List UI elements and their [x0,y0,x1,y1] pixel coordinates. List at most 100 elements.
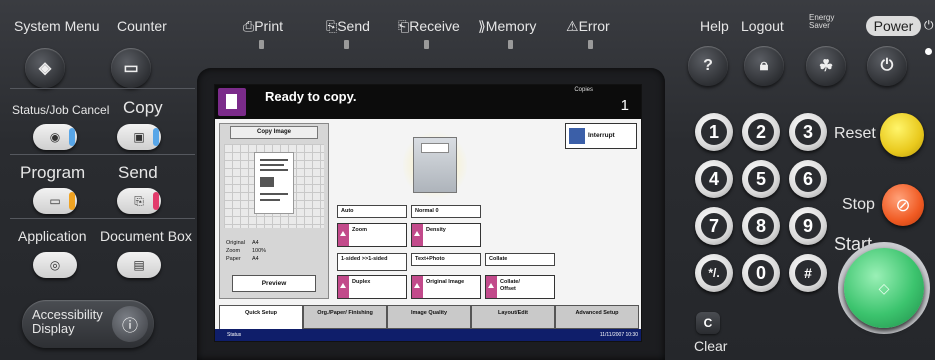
copies-count: 1 [620,97,629,114]
print-led [259,40,264,49]
chevron-up-icon [486,276,497,298]
zoom-button[interactable]: Zoom [337,223,407,247]
print-indicator: ⎙Print [243,18,283,34]
chevron-up-icon [412,224,423,246]
preview-area [224,144,324,228]
document-box-icon: ▤ [133,258,145,272]
application-icon: ◎ [49,258,61,272]
copy-glow [153,128,159,146]
program-glow [69,192,75,210]
key-0[interactable]: 0 [742,254,780,292]
key-8[interactable]: 8 [742,207,780,245]
tab-layout-edit[interactable]: Layout/Edit [471,305,555,329]
send-mode-icon: ⎘ [134,193,144,208]
key-6[interactable]: 6 [789,160,827,198]
error-indicator: ⚠Error [566,18,610,34]
divider [10,154,195,155]
document-thumbnail [254,152,294,214]
send-icon: ⎘ [326,18,338,34]
energy-saver-button[interactable]: ☘ [806,46,846,86]
lock-icon: 🔒︎ [759,57,769,74]
key-3[interactable]: 3 [789,113,827,151]
key-7[interactable]: 7 [695,207,733,245]
error-led [588,40,593,49]
power-icon: ⏻ [880,57,894,74]
system-menu-button[interactable]: ◈ [25,48,65,88]
key-2[interactable]: 2 [742,113,780,151]
send-button[interactable]: ⎘ [117,188,161,214]
tab-quick-setup[interactable]: Quick Setup [219,305,303,329]
paper-row: Paper A4 [226,256,259,262]
chevron-up-icon [338,224,349,246]
logout-label: Logout [741,18,784,34]
application-button[interactable]: ◎ [33,252,77,278]
copy-icon: ▣ [133,130,145,144]
logout-button[interactable]: 🔒︎ [744,46,784,86]
date-time: 11/11/2007 10:30 [599,332,638,338]
divider [10,218,195,219]
key-asterisk-dot[interactable]: */. [695,254,733,292]
reset-label: Reset [834,125,876,142]
machine-paper [421,143,449,153]
reset-button[interactable] [880,113,924,157]
original-image-button[interactable]: Original Image [411,275,481,299]
power-button[interactable]: ⏻ [867,46,907,86]
duplex-value-label: 1-sided >>1-sided [337,253,407,271]
key-9[interactable]: 9 [789,207,827,245]
copy-label: Copy [123,98,163,117]
status-glow [69,128,75,146]
program-icon: ▭ [49,194,61,208]
printer-icon: ⎙ [243,18,255,34]
tab-image-quality[interactable]: Image Quality [387,305,471,329]
memory-icon: ⟫ [478,18,486,34]
tab-org-paper-finishing[interactable]: Org./Paper/ Finishing [303,305,387,329]
memory-indicator: ⟫Memory [478,18,537,34]
diamond-icon: ◈ [38,60,52,77]
application-label: Application [18,228,87,244]
receive-indicator: ⎗Receive [398,18,460,34]
document-box-button[interactable]: ▤ [117,252,161,278]
duplex-button[interactable]: Duplex [337,275,407,299]
counter-button[interactable]: ▭ [111,48,151,88]
system-menu-label: System Menu [14,18,100,34]
start-button[interactable]: ◇ [844,248,924,328]
zoom-value-label: Auto [337,205,407,218]
original-row: Original A4 [226,240,259,246]
status-icon: ◉ [49,130,61,144]
stop-button[interactable]: ⊘ [882,184,924,226]
send-glow [153,192,159,210]
key-4[interactable]: 4 [695,160,733,198]
density-button[interactable]: Density [411,223,481,247]
density-value-label: Normal 0 [411,205,481,218]
interrupt-button[interactable]: Interrupt [565,123,637,149]
receive-led [424,40,429,49]
key-5[interactable]: 5 [742,160,780,198]
stop-label: Stop [842,196,875,213]
counter-icon: ▭ [123,60,139,77]
receive-icon: ⎗ [398,18,410,34]
chevron-up-icon [338,276,349,298]
copy-button[interactable]: ▣ [117,124,161,150]
collate-offset-button[interactable]: Collate/ Offset [485,275,555,299]
key-hash[interactable]: # [789,254,827,292]
status-bar: Status 11/11/2007 10:30 [215,329,641,341]
help-button[interactable]: ? [688,46,728,86]
copy-image-title: Copy Image [230,126,318,139]
copier-illustration [403,129,467,201]
preview-button[interactable]: Preview [232,275,316,292]
accessibility-display-button[interactable]: Accessibility Display ⓘ [22,300,154,348]
program-button[interactable]: ▭ [33,188,77,214]
screen-title: Ready to copy. [265,89,357,104]
control-panel: System Menu Counter ⎙Print ⎘Send ⎗Receiv… [0,0,935,360]
clear-button[interactable]: C [696,312,720,334]
zoom-row: Zoom 100% [226,248,267,254]
touch-screen: Ready to copy. Copies 1 Copy Image Origi… [214,84,642,342]
info-icon: ⓘ [112,306,148,342]
clear-label: Clear [694,338,728,354]
copies-label: Copies [574,87,593,93]
status-job-cancel-button[interactable]: ◉ [33,124,77,150]
collate-value-label: Collate [485,253,555,266]
tab-advanced-setup[interactable]: Advanced Setup [555,305,639,329]
key-1[interactable]: 1 [695,113,733,151]
status-button[interactable]: Status [227,332,241,338]
